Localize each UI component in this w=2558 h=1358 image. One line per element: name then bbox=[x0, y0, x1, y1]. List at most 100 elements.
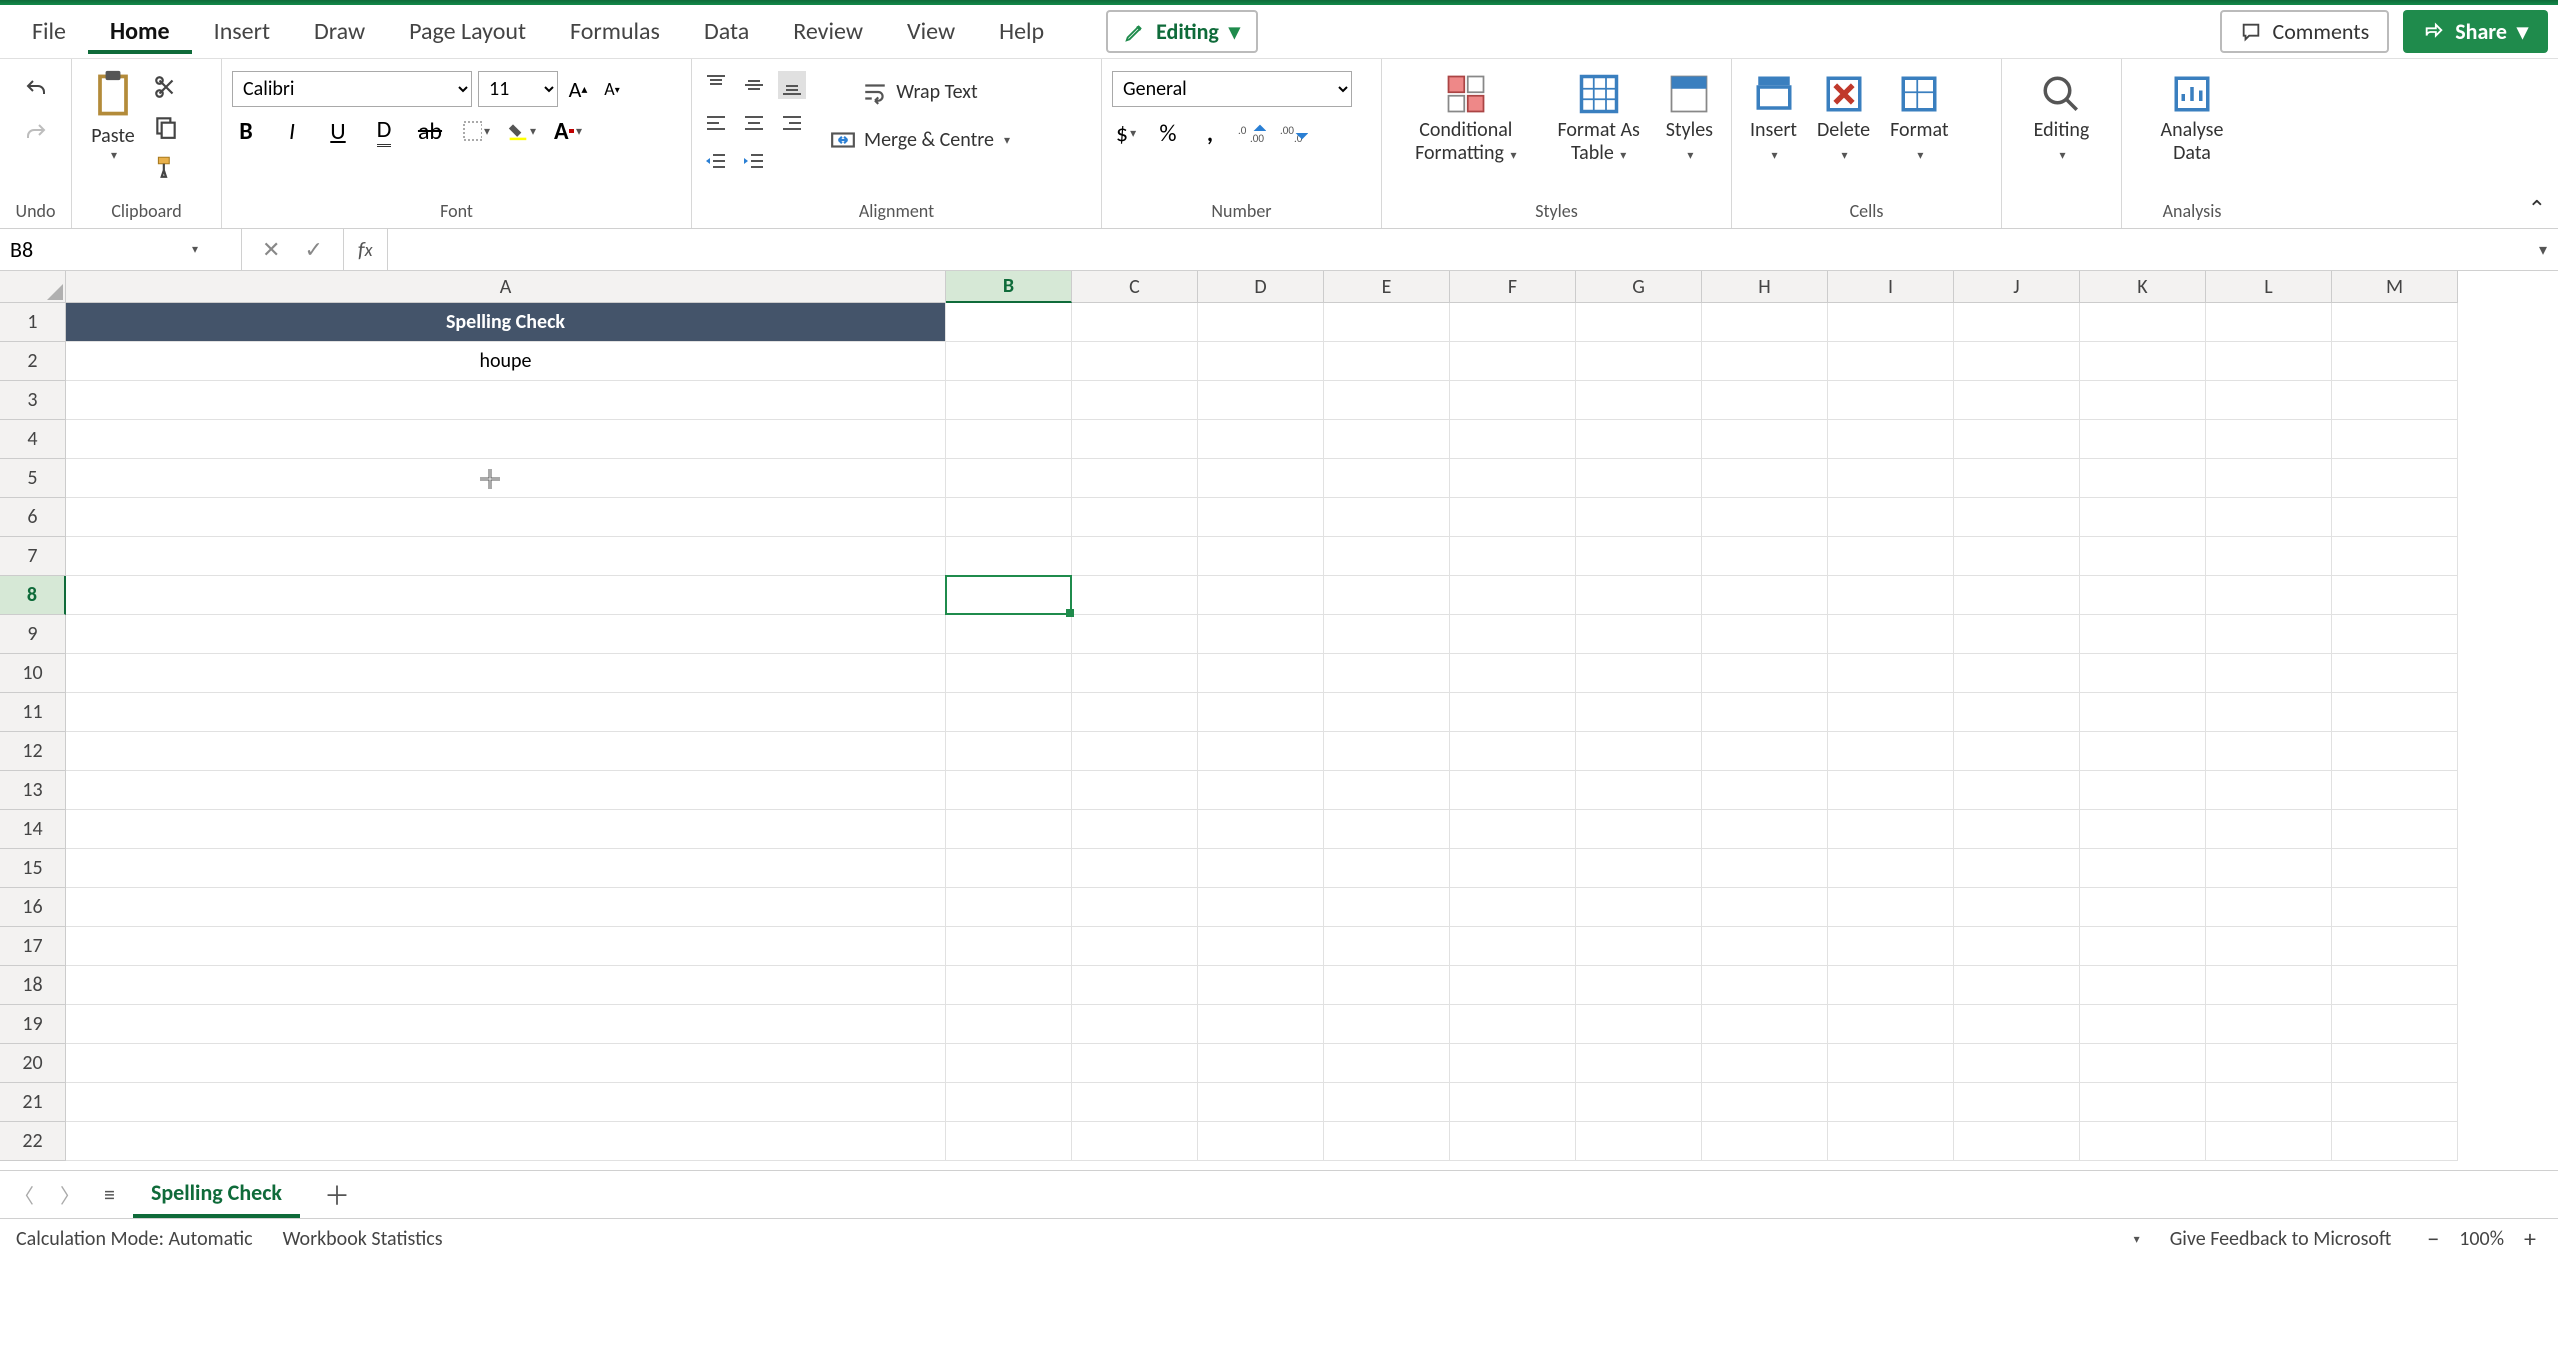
cell-G20[interactable] bbox=[1576, 1044, 1702, 1083]
cell-E22[interactable] bbox=[1324, 1122, 1450, 1161]
row-header-8[interactable]: 8 bbox=[0, 576, 66, 615]
editing-dropdown[interactable]: Editing▾ bbox=[2026, 69, 2098, 169]
cell-I19[interactable] bbox=[1828, 1005, 1954, 1044]
cell-A7[interactable] bbox=[66, 537, 946, 576]
cell-J3[interactable] bbox=[1954, 381, 2080, 420]
cell-B16[interactable] bbox=[946, 888, 1072, 927]
cell-H21[interactable] bbox=[1702, 1083, 1828, 1122]
cell-D13[interactable] bbox=[1198, 771, 1324, 810]
cell-A9[interactable] bbox=[66, 615, 946, 654]
all-sheets-button[interactable]: ≡ bbox=[100, 1177, 119, 1212]
cell-D11[interactable] bbox=[1198, 693, 1324, 732]
cell-G13[interactable] bbox=[1576, 771, 1702, 810]
row-header-13[interactable]: 13 bbox=[0, 771, 66, 810]
cell-G6[interactable] bbox=[1576, 498, 1702, 537]
format-cells-button[interactable]: Format▾ bbox=[1882, 69, 1957, 169]
borders-button[interactable]: ▾ bbox=[462, 117, 490, 145]
cell-G4[interactable] bbox=[1576, 420, 1702, 459]
cell-E11[interactable] bbox=[1324, 693, 1450, 732]
column-header-E[interactable]: E bbox=[1324, 271, 1450, 303]
cell-L9[interactable] bbox=[2206, 615, 2332, 654]
give-feedback-label[interactable]: Give Feedback to Microsoft bbox=[2170, 1227, 2392, 1251]
row-header-1[interactable]: 1 bbox=[0, 303, 66, 342]
cell-L13[interactable] bbox=[2206, 771, 2332, 810]
cell-A15[interactable] bbox=[66, 849, 946, 888]
cell-K2[interactable] bbox=[2080, 342, 2206, 381]
cell-K3[interactable] bbox=[2080, 381, 2206, 420]
cell-L18[interactable] bbox=[2206, 966, 2332, 1005]
cell-L12[interactable] bbox=[2206, 732, 2332, 771]
cell-E19[interactable] bbox=[1324, 1005, 1450, 1044]
cell-C2[interactable] bbox=[1072, 342, 1198, 381]
cell-E20[interactable] bbox=[1324, 1044, 1450, 1083]
cell-J9[interactable] bbox=[1954, 615, 2080, 654]
cell-F3[interactable] bbox=[1450, 381, 1576, 420]
cell-D14[interactable] bbox=[1198, 810, 1324, 849]
comma-button[interactable]: , bbox=[1196, 119, 1224, 147]
cell-A17[interactable] bbox=[66, 927, 946, 966]
cell-H5[interactable] bbox=[1702, 459, 1828, 498]
cell-L19[interactable] bbox=[2206, 1005, 2332, 1044]
cell-B7[interactable] bbox=[946, 537, 1072, 576]
cell-G1[interactable] bbox=[1576, 303, 1702, 342]
cell-I2[interactable] bbox=[1828, 342, 1954, 381]
cell-B15[interactable] bbox=[946, 849, 1072, 888]
cell-J12[interactable] bbox=[1954, 732, 2080, 771]
cell-K10[interactable] bbox=[2080, 654, 2206, 693]
row-header-12[interactable]: 12 bbox=[0, 732, 66, 771]
cell-D12[interactable] bbox=[1198, 732, 1324, 771]
decrease-decimal-button[interactable]: .00.0 bbox=[1280, 119, 1308, 147]
cell-K8[interactable] bbox=[2080, 576, 2206, 615]
strikethrough-button[interactable]: ab bbox=[416, 117, 444, 145]
cell-I10[interactable] bbox=[1828, 654, 1954, 693]
cell-L8[interactable] bbox=[2206, 576, 2332, 615]
increase-decimal-button[interactable]: .0.00 bbox=[1238, 119, 1266, 147]
cell-F5[interactable] bbox=[1450, 459, 1576, 498]
cell-L4[interactable] bbox=[2206, 420, 2332, 459]
column-header-K[interactable]: K bbox=[2080, 271, 2206, 303]
merge-centre-button[interactable]: Merge & Centre ▾ bbox=[822, 123, 1018, 157]
zoom-level-label[interactable]: 100% bbox=[2459, 1227, 2504, 1251]
cell-J21[interactable] bbox=[1954, 1083, 2080, 1122]
row-header-11[interactable]: 11 bbox=[0, 693, 66, 732]
cell-J16[interactable] bbox=[1954, 888, 2080, 927]
cell-B13[interactable] bbox=[946, 771, 1072, 810]
cell-G14[interactable] bbox=[1576, 810, 1702, 849]
cell-B19[interactable] bbox=[946, 1005, 1072, 1044]
tab-page-layout[interactable]: Page Layout bbox=[387, 9, 548, 54]
cell-M5[interactable] bbox=[2332, 459, 2458, 498]
cell-C12[interactable] bbox=[1072, 732, 1198, 771]
cell-E21[interactable] bbox=[1324, 1083, 1450, 1122]
cell-A5[interactable] bbox=[66, 459, 946, 498]
cell-G5[interactable] bbox=[1576, 459, 1702, 498]
delete-cells-button[interactable]: Delete▾ bbox=[1809, 69, 1878, 169]
cell-L16[interactable] bbox=[2206, 888, 2332, 927]
chevron-down-icon[interactable]: ▾ bbox=[192, 242, 198, 257]
cell-M17[interactable] bbox=[2332, 927, 2458, 966]
tab-insert[interactable]: Insert bbox=[192, 9, 292, 54]
cell-H10[interactable] bbox=[1702, 654, 1828, 693]
cell-E18[interactable] bbox=[1324, 966, 1450, 1005]
cell-J15[interactable] bbox=[1954, 849, 2080, 888]
cell-G9[interactable] bbox=[1576, 615, 1702, 654]
font-name-select[interactable]: Calibri bbox=[232, 71, 472, 107]
cell-E10[interactable] bbox=[1324, 654, 1450, 693]
cell-G3[interactable] bbox=[1576, 381, 1702, 420]
cell-I15[interactable] bbox=[1828, 849, 1954, 888]
cell-I12[interactable] bbox=[1828, 732, 1954, 771]
column-header-A[interactable]: A bbox=[66, 271, 946, 303]
cell-A20[interactable] bbox=[66, 1044, 946, 1083]
cell-B1[interactable] bbox=[946, 303, 1072, 342]
cell-D3[interactable] bbox=[1198, 381, 1324, 420]
cell-F19[interactable] bbox=[1450, 1005, 1576, 1044]
cell-K1[interactable] bbox=[2080, 303, 2206, 342]
spreadsheet-grid[interactable]: ABCDEFGHIJKLM 12345678910111213141516171… bbox=[0, 271, 2558, 1171]
workbook-stats-label[interactable]: Workbook Statistics bbox=[283, 1227, 443, 1251]
row-header-9[interactable]: 9 bbox=[0, 615, 66, 654]
font-color-button[interactable]: A▾ bbox=[554, 117, 582, 145]
cell-G15[interactable] bbox=[1576, 849, 1702, 888]
cell-H22[interactable] bbox=[1702, 1122, 1828, 1161]
add-sheet-button[interactable]: ＋ bbox=[314, 1176, 360, 1213]
cell-M7[interactable] bbox=[2332, 537, 2458, 576]
cell-L14[interactable] bbox=[2206, 810, 2332, 849]
